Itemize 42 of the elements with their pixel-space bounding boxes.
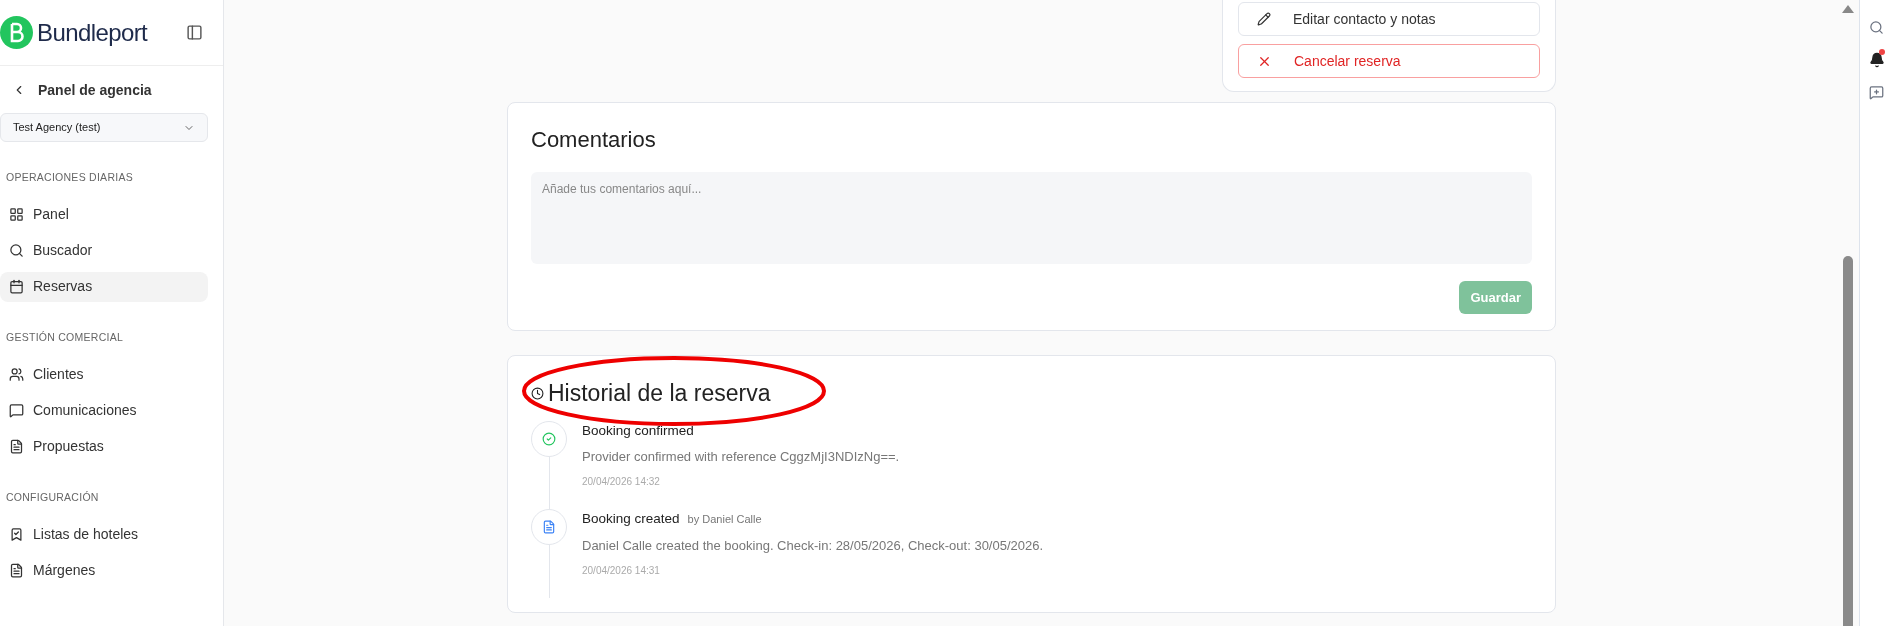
scroll-up-icon[interactable]	[1842, 5, 1854, 13]
agency-select[interactable]: Test Agency (test)	[0, 113, 208, 142]
edit-contact-button[interactable]: Editar contacto y notas	[1238, 2, 1540, 36]
chat-bubble-icon	[9, 403, 24, 418]
nav-item[interactable]: Panel	[0, 199, 208, 230]
cancel-booking-button[interactable]: Cancelar reserva	[1238, 44, 1540, 78]
calendar-icon	[9, 279, 24, 295]
clock-icon	[531, 386, 544, 400]
history-title: Historial de la reserva	[548, 379, 771, 408]
comments-title: Comentarios	[531, 126, 657, 154]
event-time: 20/04/2026 14:32	[582, 475, 661, 490]
notification-bell-icon[interactable]	[1868, 52, 1885, 68]
search-icon	[9, 243, 24, 259]
nav-item[interactable]: Comunicaciones	[0, 395, 208, 426]
event-title: Booking created	[582, 510, 680, 529]
users-icon	[9, 367, 24, 382]
document-icon	[9, 439, 24, 454]
nav-item[interactable]: Reservas	[0, 271, 208, 302]
event-time: 20/04/2026 14:31	[582, 564, 661, 578]
sidebar-toggle-icon[interactable]	[186, 24, 203, 41]
brand-name: Bundleport	[37, 17, 148, 48]
section-heading: CONFIGURACIÓN	[5, 489, 100, 505]
add-comment-icon[interactable]	[1869, 85, 1884, 100]
bookmark-icon	[9, 526, 24, 542]
grid-icon	[9, 207, 24, 223]
event-description: Provider confirmed with reference CggzMjI3NDIzNg==.	[582, 447, 900, 466]
section-heading: GESTIÓN COMERCIAL	[5, 329, 125, 345]
nav-item[interactable]: Márgenes	[0, 555, 208, 586]
event-title: Booking confirmed	[582, 421, 694, 440]
event-description: Daniel Calle created the booking. Check-in: 28/05/2026, Check-out: 30/05/2026.	[582, 536, 1044, 555]
pencil-icon	[1257, 12, 1271, 26]
nav-item[interactable]: Listas de hoteles	[0, 519, 208, 550]
nav-item[interactable]: Clientes	[0, 359, 208, 390]
search-icon[interactable]	[1869, 20, 1884, 35]
event-author: by Daniel Calle	[687, 512, 762, 528]
section-heading: OPERACIONES DIARIAS	[5, 170, 134, 185]
scrollbar-thumb[interactable]	[1843, 256, 1853, 626]
comments-field[interactable]: Añade tus comentarios aquí...	[531, 172, 1532, 264]
nav-item[interactable]: Propuestas	[0, 431, 208, 462]
nav-item[interactable]: Buscador	[0, 235, 208, 266]
document-icon	[9, 562, 24, 578]
back-link[interactable]: Panel de agencia	[0, 78, 223, 102]
